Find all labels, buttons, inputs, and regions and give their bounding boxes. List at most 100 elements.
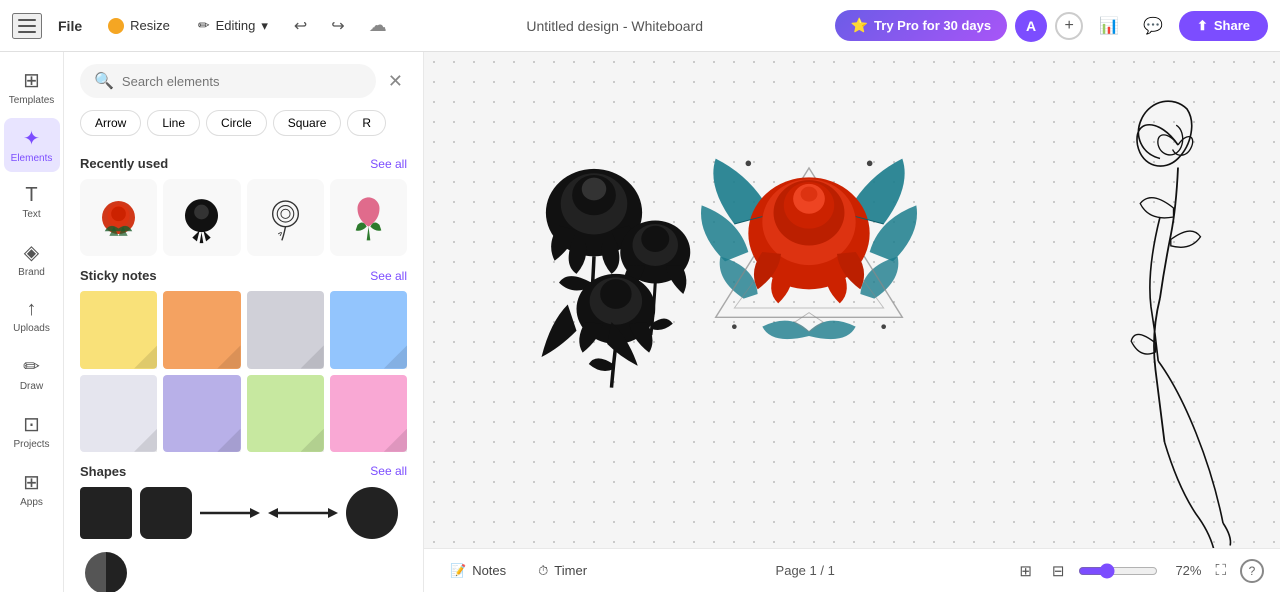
status-right: ⊞ ⊟ 72% ⛶ ? <box>1013 558 1264 584</box>
pencil-icon: ✏ <box>198 17 210 34</box>
shape-rounded-square[interactable] <box>140 487 192 539</box>
shapes-grid <box>80 487 407 592</box>
list-view-button[interactable]: ⊟ <box>1046 558 1071 584</box>
sidebar-icons: ⊞ Templates ✦ Elements T Text ◈ Brand ↑ … <box>0 52 64 592</box>
shape-double-arrow[interactable] <box>268 503 338 523</box>
artwork-container <box>424 52 1280 548</box>
grid-view-button[interactable]: ⊞ <box>1013 558 1038 584</box>
notes-icon: 📝 <box>450 563 466 579</box>
shape-circle[interactable] <box>346 487 398 539</box>
file-button[interactable]: File <box>50 14 90 38</box>
sidebar-item-templates[interactable]: ⊞ Templates <box>4 60 60 114</box>
search-input[interactable] <box>122 74 362 89</box>
notes-button[interactable]: 📝 Notes <box>440 558 516 584</box>
share-button[interactable]: ⬆ Share <box>1179 11 1268 41</box>
design-title: Untitled design - Whiteboard <box>526 18 703 34</box>
shapes-header: Shapes See all <box>80 464 407 479</box>
recently-used-grid <box>80 179 407 256</box>
sticky-green[interactable] <box>247 375 324 452</box>
close-panel-button[interactable]: ✕ <box>384 67 407 96</box>
canvas-area: 📝 Notes ⏱ Timer Page 1 / 1 ⊞ ⊟ 72% ⛶ ? <box>424 52 1280 592</box>
elements-panel: 🔍 ✕ Arrow Line Circle Square R Recently … <box>64 52 424 592</box>
resize-button[interactable]: Resize <box>98 13 180 39</box>
try-pro-button[interactable]: ⭐ Try Pro for 30 days <box>835 10 1008 41</box>
rose-tattoo[interactable] <box>684 112 934 392</box>
filter-line[interactable]: Line <box>147 110 200 136</box>
editing-button[interactable]: ✏ Editing ▾ <box>188 12 278 39</box>
share-icon: ⬆ <box>1197 18 1208 34</box>
status-bar: 📝 Notes ⏱ Timer Page 1 / 1 ⊞ ⊟ 72% ⛶ ? <box>424 548 1280 592</box>
topbar-center: Untitled design - Whiteboard <box>403 18 827 34</box>
search-icon: 🔍 <box>94 71 114 91</box>
topbar-left: File Resize ✏ Editing ▾ ↩ ↪ ☁ <box>12 11 395 41</box>
chat-button[interactable]: 💬 <box>1135 12 1171 40</box>
recent-item-1[interactable] <box>80 179 157 256</box>
sticky-gray[interactable] <box>247 291 324 368</box>
fullscreen-button[interactable]: ⛶ <box>1209 558 1232 583</box>
recent-item-4[interactable] <box>330 179 407 256</box>
zoom-label: 72% <box>1166 563 1201 578</box>
resize-icon <box>108 18 124 34</box>
zoom-slider[interactable] <box>1078 563 1158 579</box>
filter-square[interactable]: Square <box>273 110 342 136</box>
search-bar[interactable]: 🔍 <box>80 64 376 98</box>
sidebar-item-projects[interactable]: ⊡ Projects <box>4 404 60 458</box>
sidebar-item-draw[interactable]: ✏ Draw <box>4 346 60 400</box>
sticky-purple[interactable] <box>163 375 240 452</box>
help-button[interactable]: ? <box>1240 559 1264 583</box>
shape-half-circle[interactable] <box>80 547 132 592</box>
status-center: Page 1 / 1 <box>776 563 835 578</box>
text-icon: T <box>25 184 37 207</box>
sidebar-item-brand[interactable]: ◈ Brand <box>4 232 60 286</box>
sidebar-item-apps[interactable]: ⊞ Apps <box>4 462 60 516</box>
avatar[interactable]: A <box>1015 10 1047 42</box>
sidebar-item-text[interactable]: T Text <box>4 176 60 228</box>
panel-scroll: Recently used See all <box>64 144 423 592</box>
topbar-right: ⭐ Try Pro for 30 days A + 📊 💬 ⬆ Share <box>835 10 1268 42</box>
panel-header: 🔍 ✕ <box>64 52 423 106</box>
sticky-yellow[interactable] <box>80 291 157 368</box>
filter-circle[interactable]: Circle <box>206 110 267 136</box>
projects-icon: ⊡ <box>23 412 40 437</box>
sticky-notes-see-all[interactable]: See all <box>370 269 407 283</box>
brand-icon: ◈ <box>24 240 39 265</box>
recently-used-see-all[interactable]: See all <box>370 157 407 171</box>
cloud-save-icon: ☁ <box>361 11 395 40</box>
star-icon: ⭐ <box>851 17 868 34</box>
timer-icon: ⏱ <box>538 563 548 579</box>
shape-square[interactable] <box>80 487 132 539</box>
sticky-notes-title: Sticky notes <box>80 268 157 283</box>
rose-lineart[interactable] <box>1070 62 1250 548</box>
main-layout: ⊞ Templates ✦ Elements T Text ◈ Brand ↑ … <box>0 52 1280 592</box>
sticky-orange[interactable] <box>163 291 240 368</box>
undo-button[interactable]: ↩ <box>286 11 315 41</box>
canvas-inner[interactable] <box>424 52 1280 548</box>
sticky-notes-grid <box>80 291 407 452</box>
filter-arrow[interactable]: Arrow <box>80 110 141 136</box>
timer-button[interactable]: ⏱ Timer <box>528 558 597 584</box>
filter-more[interactable]: R <box>347 110 386 136</box>
menu-button[interactable] <box>12 13 42 39</box>
recent-item-2[interactable] <box>163 179 240 256</box>
recent-item-3[interactable] <box>247 179 324 256</box>
sticky-notes-header: Sticky notes See all <box>80 268 407 283</box>
shapes-title: Shapes <box>80 464 126 479</box>
topbar: File Resize ✏ Editing ▾ ↩ ↪ ☁ Untitled d… <box>0 0 1280 52</box>
add-collaborator-button[interactable]: + <box>1055 12 1083 40</box>
redo-button[interactable]: ↪ <box>323 11 352 41</box>
apps-icon: ⊞ <box>23 470 40 495</box>
shapes-see-all[interactable]: See all <box>370 464 407 478</box>
sidebar-item-elements[interactable]: ✦ Elements <box>4 118 60 172</box>
sticky-blue[interactable] <box>330 291 407 368</box>
analytics-button[interactable]: 📊 <box>1091 12 1127 40</box>
elements-icon: ✦ <box>23 126 40 151</box>
sidebar-item-uploads[interactable]: ↑ Uploads <box>4 290 60 342</box>
draw-icon: ✏ <box>23 354 40 379</box>
sticky-lightgray[interactable] <box>80 375 157 452</box>
shape-line-arrow[interactable] <box>200 503 260 523</box>
uploads-icon: ↑ <box>27 298 37 321</box>
recently-used-title: Recently used <box>80 156 168 171</box>
templates-icon: ⊞ <box>23 68 40 93</box>
sticky-pink[interactable] <box>330 375 407 452</box>
page-info: Page 1 / 1 <box>776 563 835 578</box>
